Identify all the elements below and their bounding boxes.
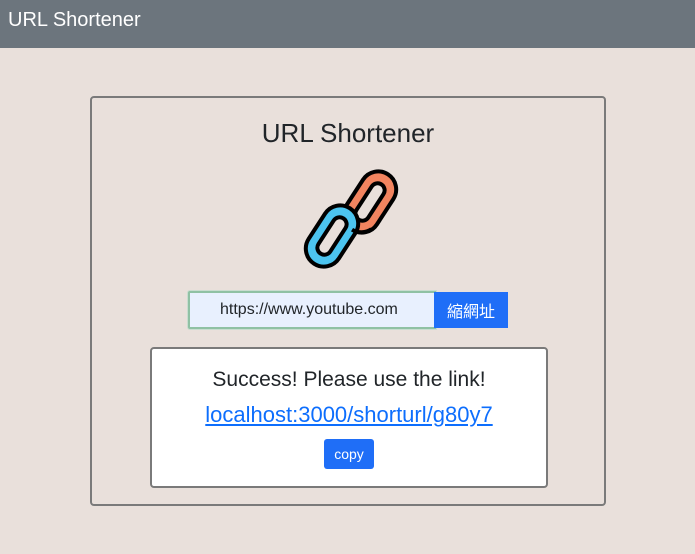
shortener-card: URL Shortener 縮網址 Success! Please use th… bbox=[90, 96, 606, 506]
link-chain-icon bbox=[303, 169, 399, 269]
url-input[interactable] bbox=[188, 291, 436, 329]
result-box: Success! Please use the link! localhost:… bbox=[150, 347, 548, 488]
navbar: URL Shortener bbox=[0, 0, 695, 48]
navbar-brand[interactable]: URL Shortener bbox=[8, 9, 141, 31]
copy-button[interactable]: copy bbox=[324, 439, 374, 469]
page-title: URL Shortener bbox=[261, 118, 435, 148]
success-message: Success! Please use the link! bbox=[212, 368, 486, 391]
shorten-button[interactable]: 縮網址 bbox=[434, 292, 508, 328]
short-url-container: localhost:3000/shorturl/g80y7 bbox=[152, 401, 546, 429]
short-url-link[interactable]: localhost:3000/shorturl/g80y7 bbox=[205, 402, 492, 427]
